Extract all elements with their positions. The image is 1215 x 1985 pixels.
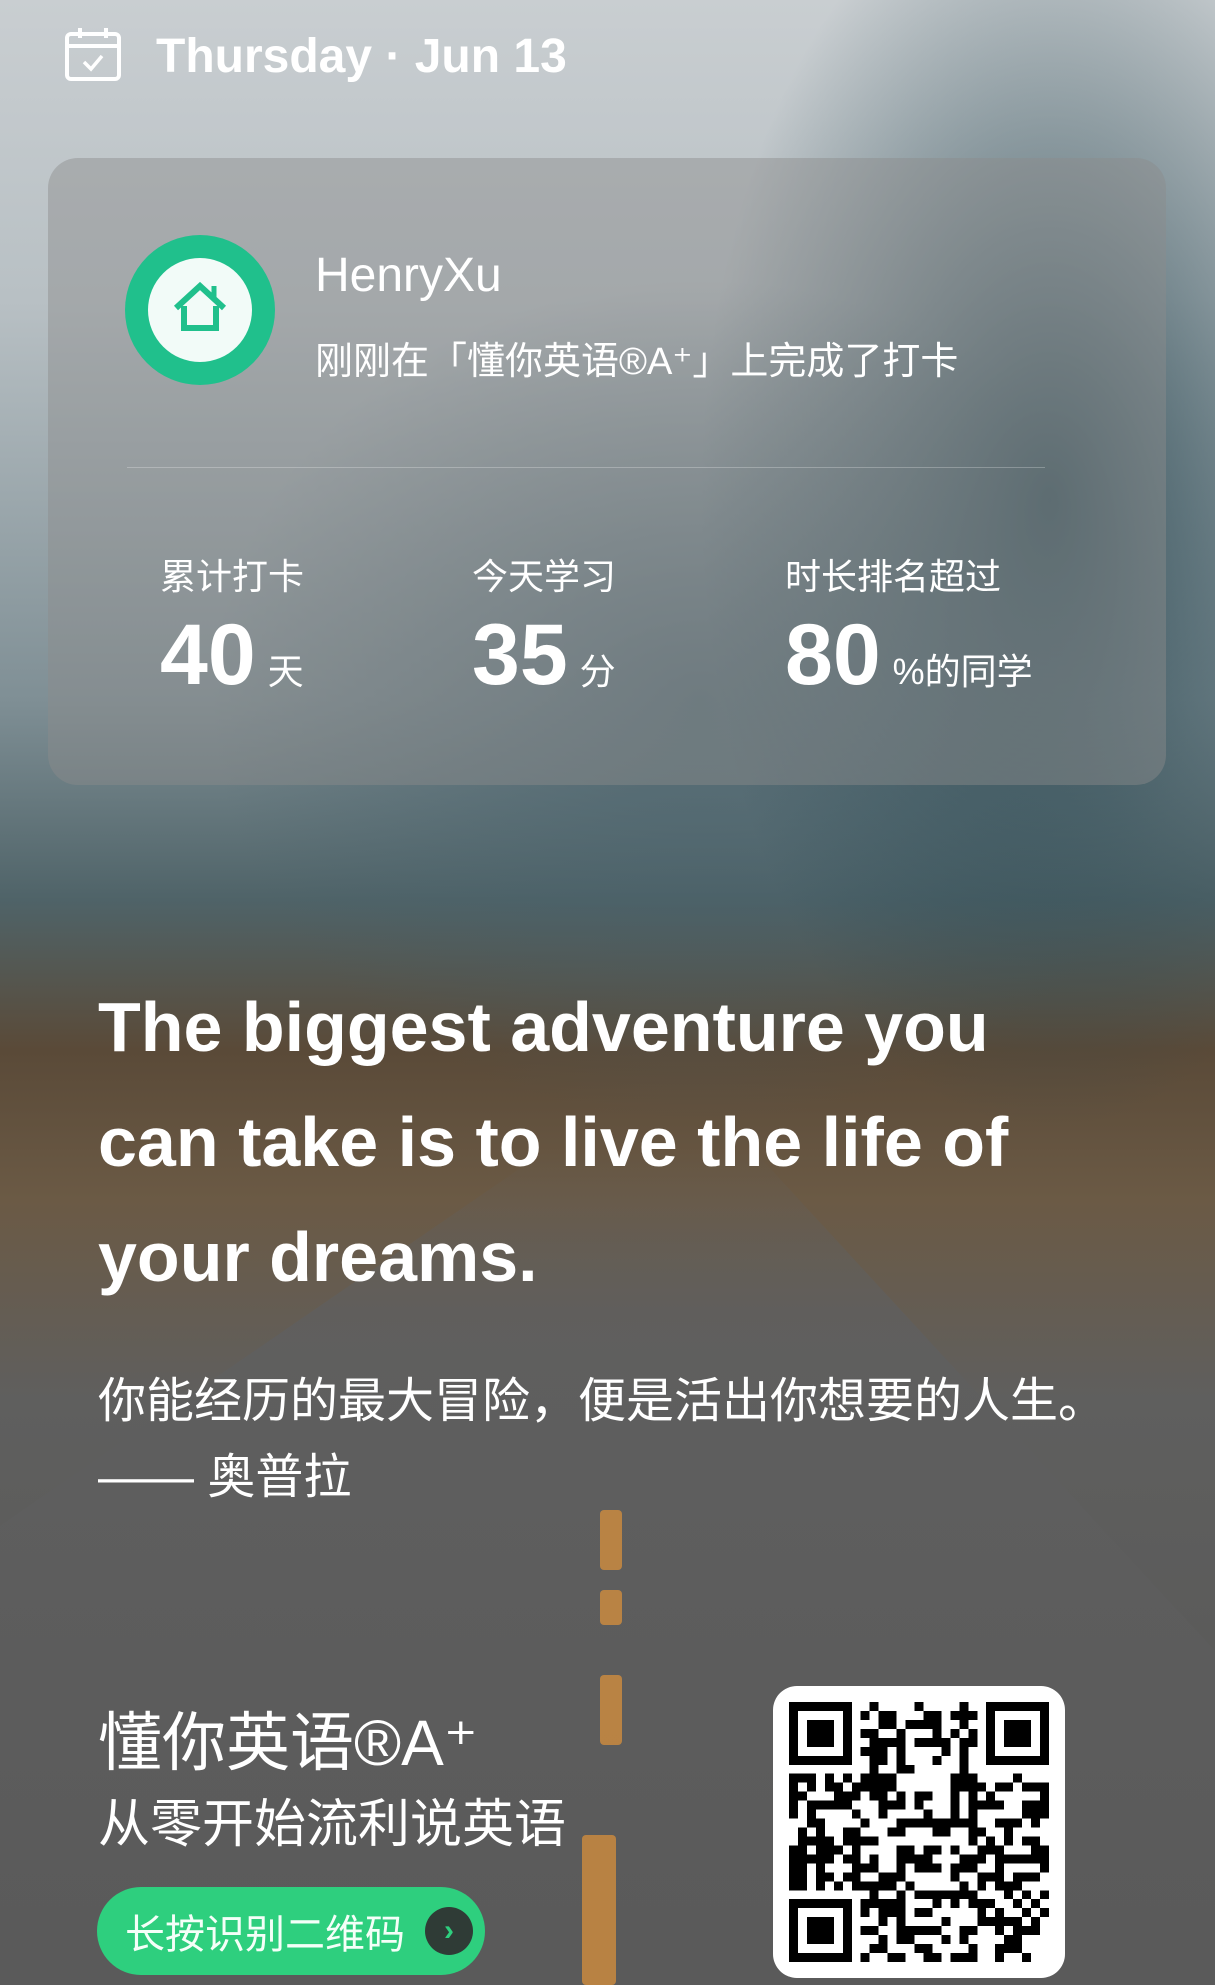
stat-total-days: 累计打卡 40 天	[160, 548, 304, 698]
quote-chinese: 你能经历的最大冒险，便是活出你想要的人生。—— 奥普拉	[98, 1375, 1107, 1504]
brand-name: 懂你英语®A⁺	[98, 1707, 478, 1779]
road-stripe	[600, 1510, 622, 1570]
username: HenryXu	[315, 249, 502, 302]
quote-english: The biggest adventure you can take is to…	[98, 988, 1009, 1296]
brand-slogan: 从零开始流利说英语	[98, 1796, 567, 1854]
qr-code-image	[789, 1702, 1049, 1962]
stat-unit: 天	[267, 651, 304, 692]
avatar	[125, 235, 275, 385]
stat-label: 今天学习	[472, 556, 617, 597]
road-stripe	[582, 1835, 616, 1985]
road-stripe	[600, 1590, 622, 1625]
qr-modules	[789, 1702, 1049, 1962]
stat-rank: 时长排名超过 80 %的同学	[785, 548, 1033, 698]
chevron-right-icon: ›	[425, 1907, 473, 1955]
road-stripe	[600, 1675, 622, 1745]
divider	[127, 467, 1045, 468]
stat-unit: %的同学	[892, 651, 1033, 692]
scan-qr-label: 长按识别二维码	[125, 1913, 405, 1957]
stat-label: 累计打卡	[160, 556, 305, 597]
checkin-message: 刚刚在「懂你英语®A⁺」上完成了打卡	[315, 341, 959, 383]
calendar-check-icon	[64, 26, 122, 87]
stat-value: 40	[160, 607, 256, 703]
qr-code[interactable]	[773, 1686, 1065, 1978]
stat-value: 80	[785, 607, 881, 703]
scan-qr-button[interactable]: 长按识别二维码 ›	[97, 1887, 485, 1975]
stat-label: 时长排名超过	[785, 556, 1002, 597]
stat-unit: 分	[579, 651, 616, 692]
stat-today-minutes: 今天学习 35 分	[472, 548, 616, 698]
date-text: Thursday · Jun 13	[156, 30, 567, 83]
stat-value: 35	[472, 607, 568, 703]
date-header: Thursday · Jun 13	[64, 26, 567, 87]
home-icon	[170, 278, 230, 343]
